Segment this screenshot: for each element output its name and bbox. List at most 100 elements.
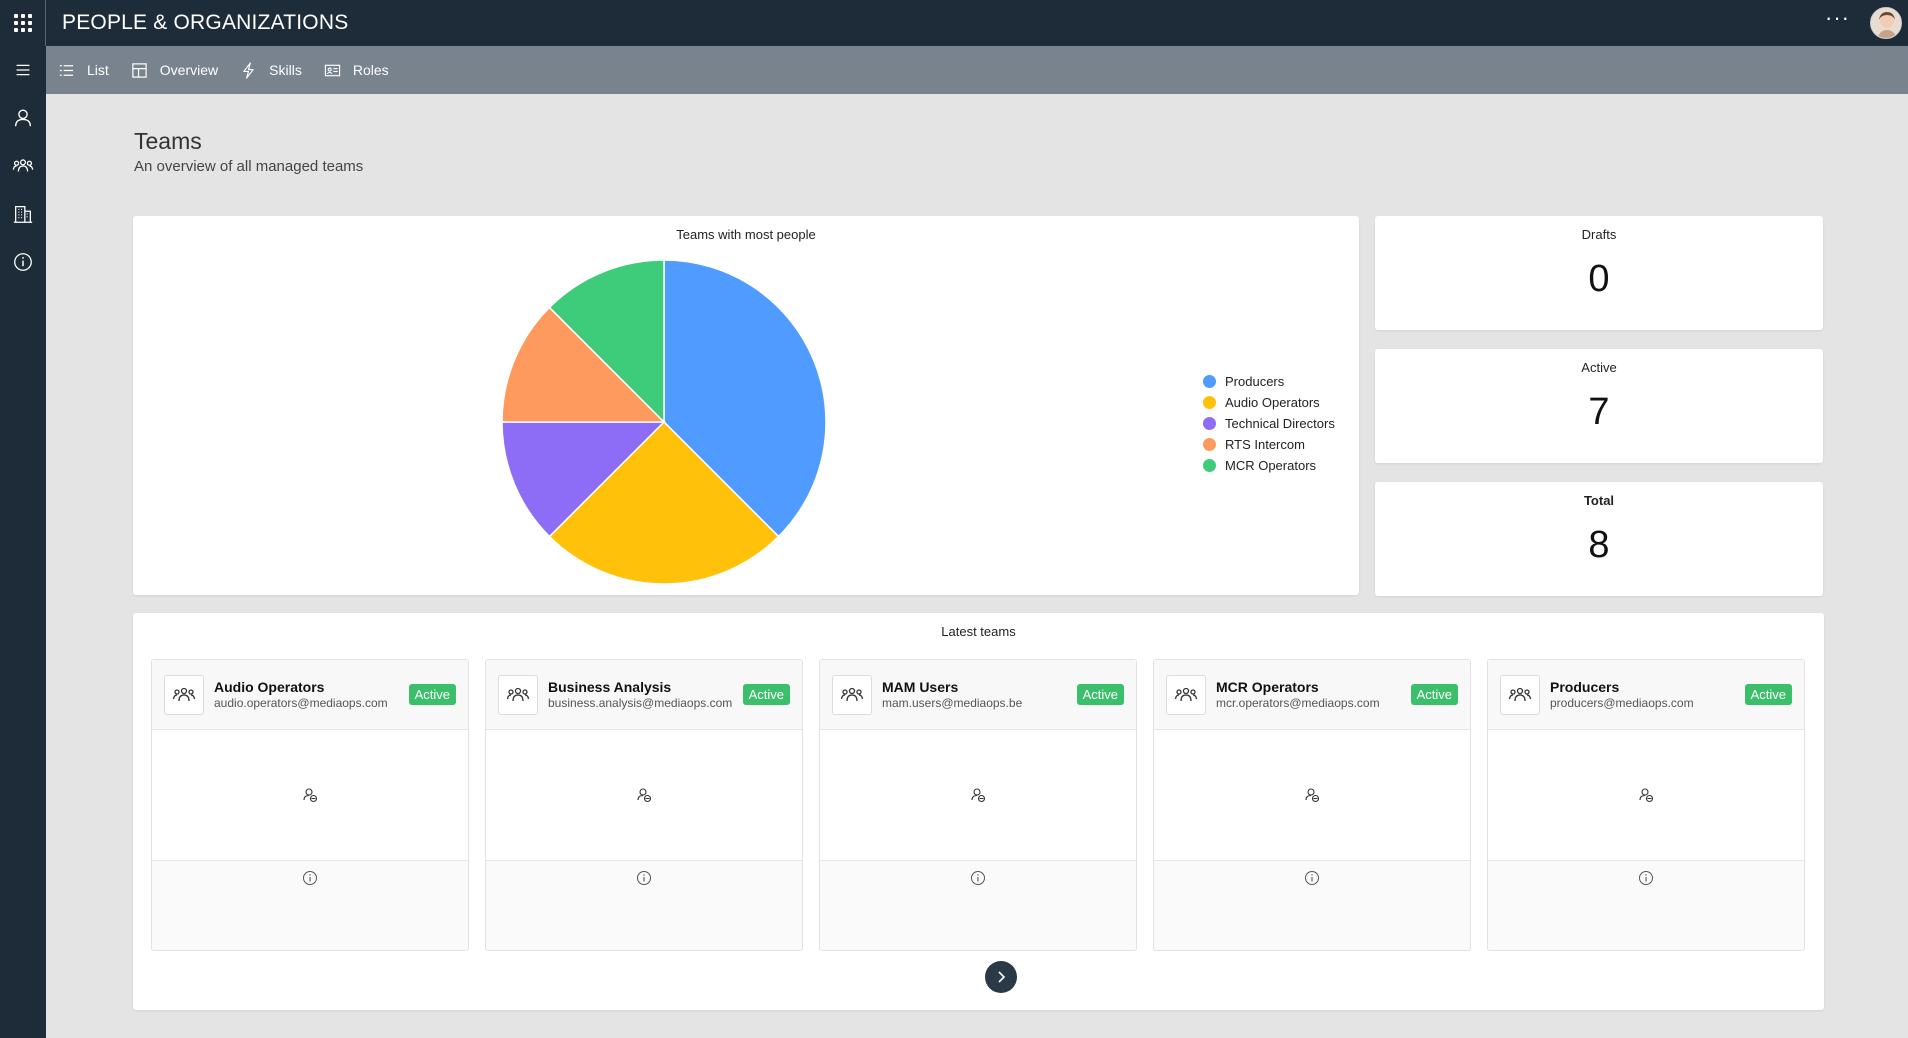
menu-icon [16,64,30,76]
team-info-area[interactable] [1154,861,1470,895]
team-avatar [164,674,204,715]
nav-item-overview[interactable]: Overview [131,62,218,79]
sidebar-item-organizations[interactable] [0,190,46,238]
nav-item-label: List [87,62,109,78]
team-icon [840,687,864,701]
status-badge: Active [408,684,456,705]
team-card[interactable]: MCR Operators mcr.operators@mediaops.com A… [1153,659,1471,951]
total-value: 8 [1588,524,1610,566]
page-subtitle: An overview of all managed teams [134,158,364,175]
latest-teams-card: Latest teams Audio Operators audio.operat… [133,613,1824,1010]
team-members-area [820,730,1136,861]
info-icon [303,871,317,885]
more-options-button[interactable]: ··· [1825,7,1850,33]
legend-item[interactable]: Audio Operators [1203,392,1335,413]
team-card-header: Business Analysis business.analysis@media… [486,660,802,730]
team-card[interactable]: Producers producers@mediaops.com Active [1487,659,1805,951]
pie-chart [501,259,827,585]
team-card-header: Audio Operators audio.operators@mediaops.… [152,660,468,730]
legend-item[interactable]: Producers [1203,371,1335,392]
status-badge: Active [742,684,790,705]
legend-swatch [1203,375,1216,388]
grid-icon [13,14,32,32]
nav-item-list[interactable]: List [58,62,109,79]
app-launcher-button[interactable] [0,0,46,46]
member-icon [971,788,986,803]
legend-item[interactable]: Technical Directors [1203,413,1335,434]
team-email: mcr.operators@mediaops.com [1216,696,1380,710]
active-stat-card: Active 7 [1375,349,1823,463]
team-info-area[interactable] [1488,861,1804,895]
team-avatar [832,674,872,715]
legend-item[interactable]: MCR Operators [1203,455,1335,476]
building-icon [13,206,33,223]
team-info-area[interactable] [820,861,1136,895]
member-icon [303,788,318,803]
legend-swatch [1203,459,1216,472]
team-card-header: MCR Operators mcr.operators@mediaops.com A… [1154,660,1470,730]
team-name[interactable]: MAM Users [882,679,1069,695]
status-badge: Active [1076,684,1124,705]
team-email: producers@mediaops.com [1550,696,1694,710]
nav-item-skills[interactable]: Skills [240,61,302,79]
team-card[interactable]: Business Analysis business.analysis@media… [485,659,803,951]
person-icon [14,109,32,127]
legend-swatch [1203,417,1216,430]
legend-item[interactable]: RTS Intercom [1203,434,1335,455]
team-avatar [1166,674,1206,715]
legend-swatch [1203,396,1216,409]
info-icon [1305,871,1319,885]
sidebar-item-teams[interactable] [0,142,46,190]
team-name[interactable]: MCR Operators [1216,679,1403,695]
chart-legend: Producers Audio Operators Technical Direct… [1203,371,1335,476]
team-name[interactable]: Producers [1550,679,1737,695]
status-badge: Active [1410,684,1458,705]
member-icon [637,788,652,803]
team-info-area[interactable] [152,861,468,895]
app-title: PEOPLE & ORGANIZATIONS [62,11,349,34]
top-bar: PEOPLE & ORGANIZATIONS ··· [0,0,1908,46]
team-icon [506,687,530,701]
status-badge: Active [1744,684,1792,705]
nav-item-roles[interactable]: Roles [324,62,389,79]
info-icon [1639,871,1653,885]
nav-item-label: Skills [269,62,302,78]
member-icon [1639,788,1654,803]
sidebar-menu-button[interactable] [0,46,46,94]
sidebar-item-people[interactable] [0,94,46,142]
team-info-area[interactable] [486,861,802,895]
team-email: audio.operators@mediaops.com [214,696,388,710]
team-members-area [152,730,468,861]
sub-navigation: List Overview Skills Roles [46,46,1908,94]
chevron-right-icon [998,971,1006,983]
team-avatar [1500,674,1540,715]
drafts-value: 0 [1588,258,1610,300]
overview-icon [132,62,147,78]
nav-item-label: Roles [352,62,389,78]
team-cards-list: Audio Operators audio.operators@mediaops.… [151,659,1805,951]
team-email: mam.users@mediaops.be [882,696,1023,710]
team-card[interactable]: MAM Users mam.users@mediaops.be Active [819,659,1137,951]
sidebar-item-info[interactable] [0,238,46,286]
legend-label: Producers [1225,374,1285,389]
drafts-label: Drafts [1581,227,1617,242]
total-stat-card: Total 8 [1375,482,1823,596]
team-name[interactable]: Audio Operators [214,679,401,695]
team-name[interactable]: Business Analysis [548,679,735,695]
list-icon [59,64,74,76]
team-avatar [498,674,538,715]
team-card[interactable]: Audio Operators audio.operators@mediaops.… [151,659,469,951]
drafts-stat-card: Drafts 0 [1375,216,1823,330]
id-card-icon [324,64,340,76]
user-avatar[interactable] [1870,7,1902,39]
team-email: business.analysis@mediaops.com [548,696,733,710]
chart-card: Teams with most people Producers Audio Op… [133,216,1359,595]
legend-label: Technical Directors [1225,416,1335,431]
sidebar [0,46,46,1038]
member-icon [1305,788,1320,803]
next-page-button[interactable] [985,961,1017,993]
info-icon [14,253,32,271]
active-value: 7 [1588,391,1610,433]
team-members-area [1488,730,1804,861]
team-members-area [1154,730,1470,861]
